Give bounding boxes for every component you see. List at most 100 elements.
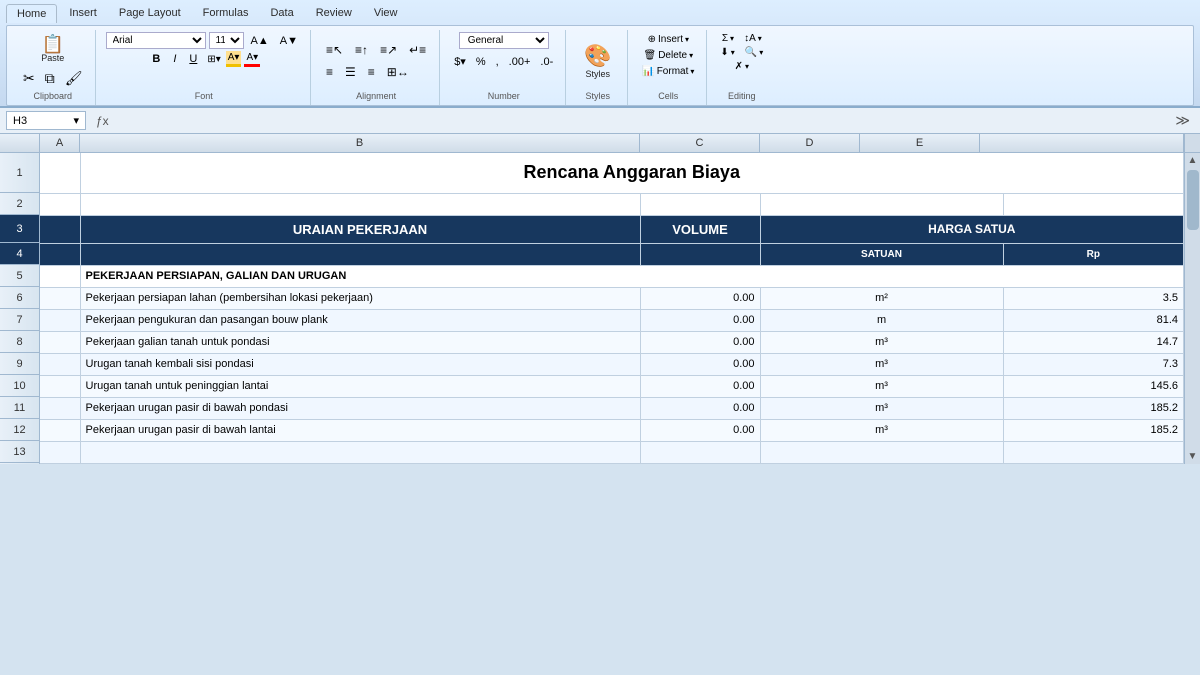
cell-b2[interactable] xyxy=(80,193,640,215)
cell-c11[interactable]: 0.00 xyxy=(640,397,760,419)
cell-a13[interactable] xyxy=(40,441,80,463)
styles-button[interactable]: 🎨 Styles xyxy=(579,40,616,82)
col-header-b[interactable]: B xyxy=(80,134,640,152)
cell-a12[interactable] xyxy=(40,419,80,441)
tab-formulas[interactable]: Formulas xyxy=(193,4,259,23)
dollar-button[interactable]: $▾ xyxy=(450,53,470,70)
cell-e9[interactable]: 7.3 xyxy=(1003,353,1183,375)
row-header-9[interactable]: 9 xyxy=(0,353,39,375)
cell-e11[interactable]: 185.2 xyxy=(1003,397,1183,419)
cell-b7[interactable]: Pekerjaan pengukuran dan pasangan bouw p… xyxy=(80,309,640,331)
cell-d8[interactable]: m³ xyxy=(760,331,1003,353)
vertical-scrollbar[interactable]: ▲ ▼ xyxy=(1184,153,1200,464)
formula-function-icon[interactable]: ƒx xyxy=(92,114,113,128)
insert-button[interactable]: ⊕ Insert ▾ xyxy=(644,32,693,47)
sum-button[interactable]: Σ ▾ ↕A ▾ xyxy=(719,32,765,45)
cell-b10[interactable]: Urugan tanah untuk peninggian lantai xyxy=(80,375,640,397)
cell-b3[interactable]: URAIAN PEKERJAAN xyxy=(80,215,640,243)
wrap-text-button[interactable]: ↵≡ xyxy=(404,40,431,60)
tab-view[interactable]: View xyxy=(364,4,408,23)
cell-d13[interactable] xyxy=(760,441,1003,463)
cell-c9[interactable]: 0.00 xyxy=(640,353,760,375)
cell-b11[interactable]: Pekerjaan urugan pasir di bawah pondasi xyxy=(80,397,640,419)
cell-a1[interactable] xyxy=(40,153,80,193)
cell-b6[interactable]: Pekerjaan persiapan lahan (pembersihan l… xyxy=(80,287,640,309)
cell-d6[interactable]: m² xyxy=(760,287,1003,309)
row-header-4[interactable]: 4 xyxy=(0,243,39,265)
row-header-10[interactable]: 10 xyxy=(0,375,39,397)
format-painter-icon[interactable]: 🖌 xyxy=(61,68,87,89)
cell-b4[interactable] xyxy=(80,243,640,265)
cell-a7[interactable] xyxy=(40,309,80,331)
cell-e6[interactable]: 3.5 xyxy=(1003,287,1183,309)
percent-button[interactable]: % xyxy=(472,54,490,70)
align-right-button[interactable]: ≡ xyxy=(363,62,380,82)
format-button[interactable]: 📊 Format ▾ xyxy=(638,64,698,79)
tab-data[interactable]: Data xyxy=(260,4,303,23)
scroll-down-arrow[interactable]: ▼ xyxy=(1188,449,1198,464)
clear-button[interactable]: ✗ ▾ xyxy=(732,60,752,73)
col-header-c[interactable]: C xyxy=(640,134,760,152)
cell-a6[interactable] xyxy=(40,287,80,309)
cell-c4[interactable] xyxy=(640,243,760,265)
paste-button[interactable]: 📋 Paste xyxy=(35,32,71,66)
row-header-5[interactable]: 5 xyxy=(0,265,39,287)
fill-button[interactable]: ⬇ ▾ 🔍 ▾ xyxy=(717,46,766,59)
cell-c13[interactable] xyxy=(640,441,760,463)
cell-a8[interactable] xyxy=(40,331,80,353)
decrease-font-icon[interactable]: A▼ xyxy=(276,33,302,49)
scroll-thumb[interactable] xyxy=(1187,170,1199,230)
cell-c2[interactable] xyxy=(640,193,760,215)
align-center-button[interactable]: ☰ xyxy=(340,62,361,82)
cell-b1[interactable]: Rencana Anggaran Biaya xyxy=(80,153,1184,193)
tab-review[interactable]: Review xyxy=(306,4,362,23)
cell-d11[interactable]: m³ xyxy=(760,397,1003,419)
font-size-select[interactable]: 11 xyxy=(209,32,244,49)
cell-d12[interactable]: m³ xyxy=(760,419,1003,441)
bold-button[interactable]: B xyxy=(147,51,165,67)
cell-b12[interactable]: Pekerjaan urugan pasir di bawah lantai xyxy=(80,419,640,441)
italic-button[interactable]: I xyxy=(168,51,181,67)
underline-button[interactable]: U xyxy=(184,51,202,67)
font-color-button[interactable]: A▾ xyxy=(244,51,260,67)
cell-a10[interactable] xyxy=(40,375,80,397)
cell-c6[interactable]: 0.00 xyxy=(640,287,760,309)
align-top-center-button[interactable]: ≡↑ xyxy=(350,40,373,60)
cell-a11[interactable] xyxy=(40,397,80,419)
cell-c3[interactable]: VOLUME xyxy=(640,215,760,243)
scroll-up-arrow[interactable]: ▲ xyxy=(1188,153,1198,168)
row-header-7[interactable]: 7 xyxy=(0,309,39,331)
row-header-13[interactable]: 13 xyxy=(0,441,39,463)
tab-page-layout[interactable]: Page Layout xyxy=(109,4,191,23)
cell-b9[interactable]: Urugan tanah kembali sisi pondasi xyxy=(80,353,640,375)
increase-decimal-button[interactable]: .00+ xyxy=(505,54,535,70)
cell-c8[interactable]: 0.00 xyxy=(640,331,760,353)
col-header-e[interactable]: E xyxy=(860,134,980,152)
formula-input[interactable] xyxy=(119,115,1166,127)
cell-e2[interactable] xyxy=(1003,193,1183,215)
row-header-3[interactable]: 3 xyxy=(0,215,39,243)
col-header-a[interactable]: A xyxy=(40,134,80,152)
cell-a4[interactable] xyxy=(40,243,80,265)
row-header-11[interactable]: 11 xyxy=(0,397,39,419)
row-header-1[interactable]: 1 xyxy=(0,153,39,193)
cell-b8[interactable]: Pekerjaan galian tanah untuk pondasi xyxy=(80,331,640,353)
cell-d3[interactable]: HARGA SATUA xyxy=(760,215,1184,243)
cell-d4[interactable]: SATUAN xyxy=(760,243,1003,265)
cell-d10[interactable]: m³ xyxy=(760,375,1003,397)
cell-a5[interactable] xyxy=(40,265,80,287)
copy-icon[interactable]: ⧉ xyxy=(41,68,59,89)
highlight-button[interactable]: A▾ xyxy=(226,51,242,67)
cell-reference-box[interactable]: H3 ▾ xyxy=(6,111,86,130)
cell-c10[interactable]: 0.00 xyxy=(640,375,760,397)
cell-c12[interactable]: 0.00 xyxy=(640,419,760,441)
expand-formula-button[interactable]: ≫ xyxy=(1171,112,1194,129)
cell-a2[interactable] xyxy=(40,193,80,215)
tab-insert[interactable]: Insert xyxy=(59,4,107,23)
align-top-left-button[interactable]: ≡↖ xyxy=(321,40,348,60)
cell-d7[interactable]: m xyxy=(760,309,1003,331)
cell-e7[interactable]: 81.4 xyxy=(1003,309,1183,331)
cell-b5[interactable]: PEKERJAAN PERSIAPAN, GALIAN DAN URUGAN xyxy=(80,265,1184,287)
cell-ref-dropdown[interactable]: ▾ xyxy=(73,114,79,127)
cell-e4[interactable]: Rp xyxy=(1003,243,1183,265)
